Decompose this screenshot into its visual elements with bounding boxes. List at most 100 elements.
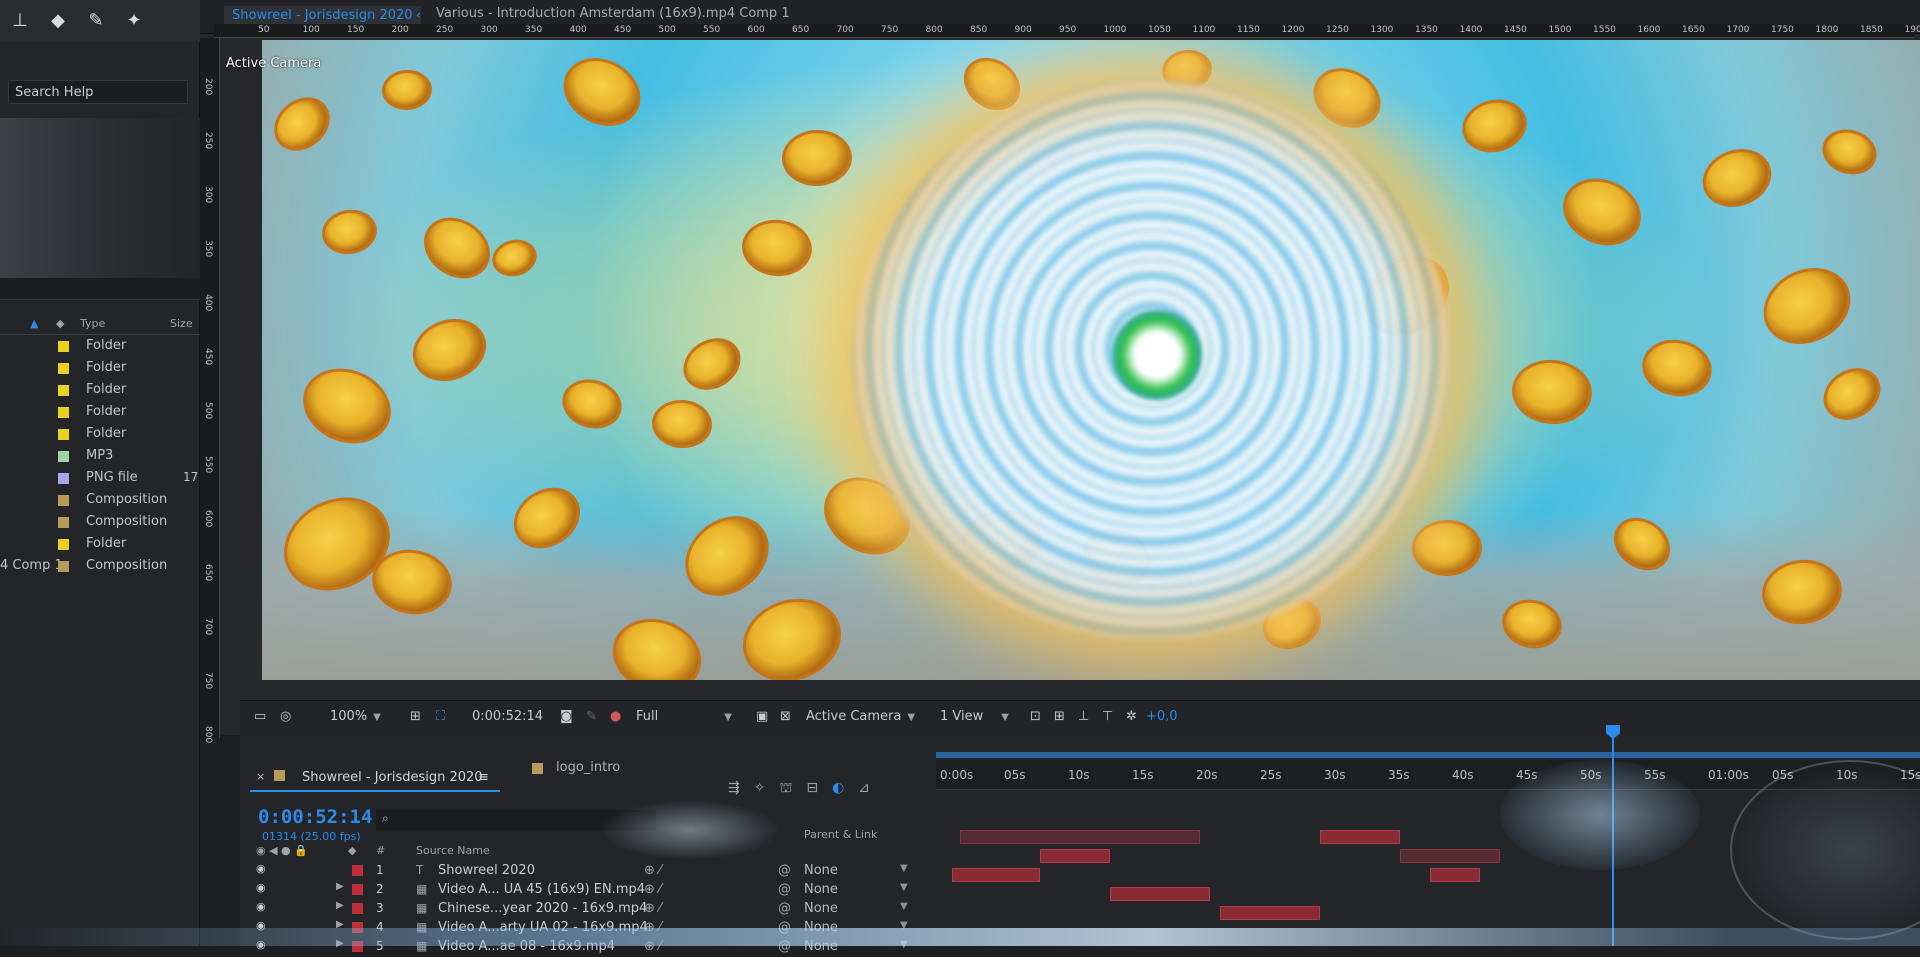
- comp-canvas[interactable]: [262, 40, 1920, 680]
- project-item[interactable]: MP3: [0, 445, 200, 467]
- fast-preview-icon[interactable]: ⊞: [1054, 709, 1065, 724]
- label-swatch[interactable]: [58, 385, 69, 396]
- pickwhip-icon[interactable]: @: [778, 882, 791, 897]
- label-tag-icon[interactable]: ◆: [56, 317, 64, 330]
- project-item[interactable]: Folder: [0, 533, 200, 555]
- label-swatch[interactable]: [58, 495, 69, 506]
- layer-label-swatch[interactable]: [352, 903, 363, 914]
- visibility-eye-icon[interactable]: ◉: [256, 881, 266, 894]
- label-swatch[interactable]: [58, 429, 69, 440]
- views-select[interactable]: 1 View▼: [940, 709, 1009, 724]
- stamp-icon[interactable]: ⊥: [8, 9, 32, 33]
- transparency-grid-icon[interactable]: ▣: [756, 709, 768, 724]
- layer-switches[interactable]: ⊕ ⁄: [644, 863, 661, 878]
- layer-name[interactable]: Video A... UA 45 (16x9) EN.mp4: [438, 882, 645, 897]
- fit-icon[interactable]: ⊞: [410, 709, 421, 724]
- label-swatch[interactable]: [58, 539, 69, 550]
- layer-row[interactable]: ◉1TShowreel 2020⊕ ⁄@None▼: [248, 862, 936, 881]
- layer-label-swatch[interactable]: [352, 865, 363, 876]
- layer-duration-bar[interactable]: [1040, 849, 1110, 863]
- eraser-icon[interactable]: ◆: [46, 9, 70, 33]
- layer-duration-bar[interactable]: [1320, 830, 1400, 844]
- layer-duration-bar[interactable]: [1400, 849, 1500, 863]
- label-swatch[interactable]: [58, 517, 69, 528]
- label-swatch[interactable]: [58, 407, 69, 418]
- motion-blur-icon[interactable]: ◐: [832, 780, 844, 798]
- camera-select[interactable]: Active Camera▼: [806, 709, 915, 724]
- project-item[interactable]: Composition: [0, 489, 200, 511]
- expand-arrow-icon[interactable]: ▶: [336, 881, 344, 892]
- parent-select[interactable]: None: [804, 863, 838, 878]
- column-size[interactable]: Size: [170, 317, 193, 330]
- layer-row[interactable]: ◉▶3▦Chinese...year 2020 - 16x9.mp4⊕ ⁄@No…: [248, 900, 936, 919]
- search-help-input[interactable]: Search Help: [8, 80, 188, 104]
- project-item[interactable]: Folder: [0, 379, 200, 401]
- tab-timeline-logo-intro[interactable]: logo_intro: [556, 760, 620, 775]
- toggle-pixel-icon[interactable]: ⊡: [1030, 709, 1041, 724]
- layer-duration-bar[interactable]: [952, 868, 1040, 882]
- resolution-select[interactable]: Full▼: [636, 709, 732, 724]
- mask-icon[interactable]: ⊠: [780, 709, 791, 724]
- visibility-eye-icon[interactable]: ◉: [256, 862, 266, 875]
- parent-select[interactable]: None: [804, 882, 838, 897]
- time-navigator[interactable]: [936, 752, 1920, 758]
- layer-duration-bar[interactable]: [1110, 887, 1210, 901]
- camera-snapshot-icon[interactable]: ◙: [560, 709, 573, 724]
- channel-icon[interactable]: ●: [610, 709, 621, 724]
- project-item[interactable]: Folder: [0, 423, 200, 445]
- draft-3d-icon[interactable]: ✧: [754, 780, 766, 798]
- column-source-name[interactable]: Source Name: [416, 844, 490, 857]
- label-swatch[interactable]: [58, 561, 69, 572]
- ruler-tick-label: 1250: [1326, 25, 1349, 35]
- exposure-reset-icon[interactable]: ✲: [1126, 709, 1137, 724]
- project-item[interactable]: PNG file17: [0, 467, 200, 489]
- layer-name[interactable]: Chinese...year 2020 - 16x9.mp4: [438, 901, 647, 916]
- flowchart-icon[interactable]: ⊤: [1102, 709, 1113, 724]
- project-item[interactable]: Folder: [0, 357, 200, 379]
- label-swatch[interactable]: [58, 473, 69, 484]
- project-item[interactable]: 4 Comp 1Composition: [0, 555, 200, 577]
- frame-blend-icon[interactable]: ⊟: [806, 780, 818, 798]
- hamburger-menu-icon[interactable]: ≡: [478, 770, 489, 785]
- puppet-icon[interactable]: ✎: [84, 9, 108, 33]
- viewer-timecode[interactable]: 0:00:52:14: [472, 709, 543, 724]
- chevron-left-icon[interactable]: ‹: [416, 8, 421, 22]
- parent-select[interactable]: None: [804, 901, 838, 916]
- expand-arrow-icon[interactable]: ▶: [336, 900, 344, 911]
- pin-icon[interactable]: ✦: [122, 9, 146, 33]
- column-type[interactable]: Type: [80, 317, 105, 330]
- show-snapshot-icon[interactable]: ✎: [586, 709, 597, 724]
- column-parent-link[interactable]: Parent & Link: [804, 828, 877, 841]
- visibility-eye-icon[interactable]: ◉: [256, 900, 266, 913]
- project-search-input[interactable]: [0, 278, 200, 300]
- label-swatch[interactable]: [58, 363, 69, 374]
- sort-ascending-icon[interactable]: ▲: [30, 317, 38, 330]
- layer-name[interactable]: Showreel 2020: [438, 863, 535, 878]
- timeline-timecode[interactable]: 0:00:52:14: [258, 806, 372, 828]
- label-swatch[interactable]: [58, 341, 69, 352]
- project-item[interactable]: Folder: [0, 335, 200, 357]
- timeline-icon[interactable]: ⊥: [1078, 709, 1089, 724]
- pickwhip-icon[interactable]: @: [778, 863, 791, 878]
- layer-row[interactable]: ◉▶2▦Video A... UA 45 (16x9) EN.mp4⊕ ⁄@No…: [248, 881, 936, 900]
- zoom-select[interactable]: 100%▼: [330, 709, 381, 724]
- layer-duration-bar[interactable]: [1430, 868, 1480, 882]
- preview-icon[interactable]: ▭: [254, 709, 266, 724]
- layer-switches[interactable]: ⊕ ⁄: [644, 901, 661, 916]
- layer-label-swatch[interactable]: [352, 884, 363, 895]
- vr-icon[interactable]: ◎: [280, 709, 291, 724]
- region-icon[interactable]: ⛶: [436, 709, 445, 724]
- layer-duration-bar[interactable]: [960, 830, 1200, 844]
- pickwhip-icon[interactable]: @: [778, 901, 791, 916]
- layer-duration-bar[interactable]: [1220, 906, 1320, 920]
- project-item[interactable]: Folder: [0, 401, 200, 423]
- layer-switches[interactable]: ⊕ ⁄: [644, 882, 661, 897]
- shy-icon[interactable]: ⛫: [779, 780, 792, 798]
- graph-editor-icon[interactable]: ⊿: [858, 780, 870, 798]
- comp-flowchart-icon[interactable]: ⇶: [728, 780, 740, 798]
- tab-timeline-showreel[interactable]: Showreel - Jorisdesign 2020≡: [250, 766, 500, 792]
- tab-various-comp[interactable]: Various - Introduction Amsterdam (16x9).…: [436, 6, 790, 21]
- label-swatch[interactable]: [58, 451, 69, 462]
- exposure-value[interactable]: +0,0: [1146, 709, 1178, 724]
- project-item[interactable]: Composition: [0, 511, 200, 533]
